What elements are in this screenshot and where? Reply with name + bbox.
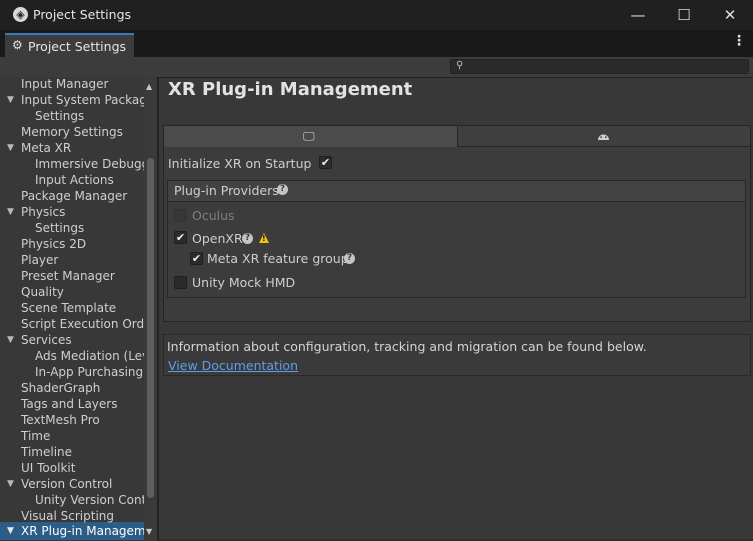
sidebar-item-input-system-settings[interactable]: Settings xyxy=(35,108,84,124)
search-box[interactable]: ⚲ xyxy=(450,59,749,74)
sidebar-item-xr-plugin-management[interactable]: XR Plug-in Management xyxy=(21,523,157,539)
meta-xr-feature-group-checkbox[interactable]: ✔ xyxy=(190,252,203,265)
tab-android-platform[interactable] xyxy=(458,126,750,147)
more-options-icon[interactable]: ⋮ xyxy=(732,34,746,48)
sidebar-item-immersive-debugger[interactable]: Immersive Debugger xyxy=(35,156,157,172)
sidebar-item-textmesh-pro[interactable]: TextMesh Pro xyxy=(21,412,100,428)
sidebar-item-time[interactable]: Time xyxy=(21,428,50,444)
initialize-xr-checkbox[interactable]: ✔ xyxy=(319,156,332,169)
sidebar-item-version-control[interactable]: Version Control xyxy=(21,476,112,492)
sidebar-scrollbar-thumb[interactable] xyxy=(147,158,154,498)
sidebar-item-quality[interactable]: Quality xyxy=(21,284,64,300)
search-row: ⚲ xyxy=(0,57,753,78)
platform-tabs: 🖵 xyxy=(163,125,751,147)
page-title: XR Plug-in Management xyxy=(168,79,413,100)
expand-arrow-icon[interactable]: ▼ xyxy=(7,204,17,220)
plugin-providers-label: Plug-in Providers xyxy=(174,183,279,198)
unity-mock-hmd-checkbox[interactable] xyxy=(174,276,187,289)
scroll-down-arrow-icon[interactable]: ▼ xyxy=(146,527,152,536)
sidebar-item-meta-xr[interactable]: Meta XR xyxy=(21,140,71,156)
sidebar-item-memory-settings[interactable]: Memory Settings xyxy=(21,124,123,140)
info-text: Information about configuration, trackin… xyxy=(167,339,647,354)
help-icon[interactable]: ? xyxy=(344,253,355,264)
sidebar-item-scene-template[interactable]: Scene Template xyxy=(21,300,116,316)
sidebar-item-ads-mediation[interactable]: Ads Mediation (Levels) xyxy=(35,348,157,364)
warning-exclamation: ! xyxy=(262,234,266,243)
sidebar-item-in-app-purchasing[interactable]: In-App Purchasing xyxy=(35,364,143,380)
oculus-label: Oculus xyxy=(192,208,235,223)
tab-project-settings[interactable]: ⚙ Project Settings xyxy=(5,33,134,57)
sidebar-item-physics-settings[interactable]: Settings xyxy=(35,220,84,236)
expand-arrow-icon[interactable]: ▼ xyxy=(7,332,17,348)
scroll-up-arrow-icon[interactable]: ▲ xyxy=(146,82,152,91)
sidebar-item-input-manager[interactable]: Input Manager xyxy=(21,77,109,92)
oculus-checkbox xyxy=(174,209,187,222)
expand-arrow-icon[interactable]: ▼ xyxy=(7,523,17,539)
openxr-checkbox[interactable]: ✔ xyxy=(174,231,187,244)
close-button[interactable]: ✕ xyxy=(707,0,753,30)
sidebar-item-shadergraph[interactable]: ShaderGraph xyxy=(21,380,100,396)
help-icon[interactable]: ? xyxy=(277,184,288,195)
meta-xr-feature-group-label: Meta XR feature group xyxy=(207,251,349,266)
maximize-button[interactable]: ☐ xyxy=(661,0,707,30)
gear-icon: ⚙ xyxy=(12,38,23,52)
tab-label: Project Settings xyxy=(28,39,127,54)
window-titlebar: ◈ Project Settings — ☐ ✕ xyxy=(0,0,753,30)
sidebar-item-physics[interactable]: Physics xyxy=(21,204,65,220)
settings-sidebar: Input Manager ▼ Input System Package Set… xyxy=(0,77,157,541)
info-box: Information about configuration, trackin… xyxy=(163,334,751,376)
sidebar-item-input-system-package[interactable]: Input System Package xyxy=(21,92,154,108)
expand-arrow-icon[interactable]: ▼ xyxy=(7,476,17,492)
view-documentation-link[interactable]: View Documentation xyxy=(168,358,298,373)
unity-mock-hmd-label: Unity Mock HMD xyxy=(192,275,296,290)
expand-arrow-icon[interactable]: ▼ xyxy=(7,92,17,108)
sidebar-item-script-execution-order[interactable]: Script Execution Order xyxy=(21,316,156,332)
android-icon xyxy=(598,134,609,140)
sidebar-item-preset-manager[interactable]: Preset Manager xyxy=(21,268,115,284)
sidebar-item-unity-version-control[interactable]: Unity Version Control xyxy=(35,492,157,508)
sidebar-item-tags-and-layers[interactable]: Tags and Layers xyxy=(21,396,117,412)
minimize-button[interactable]: — xyxy=(615,0,661,30)
sidebar-item-package-manager[interactable]: Package Manager xyxy=(21,188,127,204)
expand-arrow-icon[interactable]: ▼ xyxy=(7,140,17,156)
openxr-label: OpenXR xyxy=(192,231,243,246)
search-input[interactable] xyxy=(469,60,739,73)
window-title: Project Settings xyxy=(33,7,132,22)
sidebar-item-ui-toolkit[interactable]: UI Toolkit xyxy=(21,460,75,476)
sidebar-item-timeline[interactable]: Timeline xyxy=(21,444,72,460)
initialize-xr-label: Initialize XR on Startup xyxy=(168,156,312,171)
sidebar-item-physics-2d[interactable]: Physics 2D xyxy=(21,236,86,252)
tab-standalone-platform[interactable]: 🖵 xyxy=(164,126,458,147)
help-icon[interactable]: ? xyxy=(242,233,253,244)
search-icon: ⚲ xyxy=(456,60,464,71)
sidebar-item-input-actions[interactable]: Input Actions xyxy=(35,172,114,188)
pane-divider[interactable] xyxy=(157,77,159,541)
unity-icon: ◈ xyxy=(13,7,28,22)
sidebar-item-services[interactable]: Services xyxy=(21,332,72,348)
sidebar-item-player[interactable]: Player xyxy=(21,252,58,268)
desktop-icon: 🖵 xyxy=(303,129,315,143)
editor-tab-bar: ⚙ Project Settings xyxy=(0,30,753,57)
sidebar-item-visual-scripting[interactable]: Visual Scripting xyxy=(21,508,114,524)
